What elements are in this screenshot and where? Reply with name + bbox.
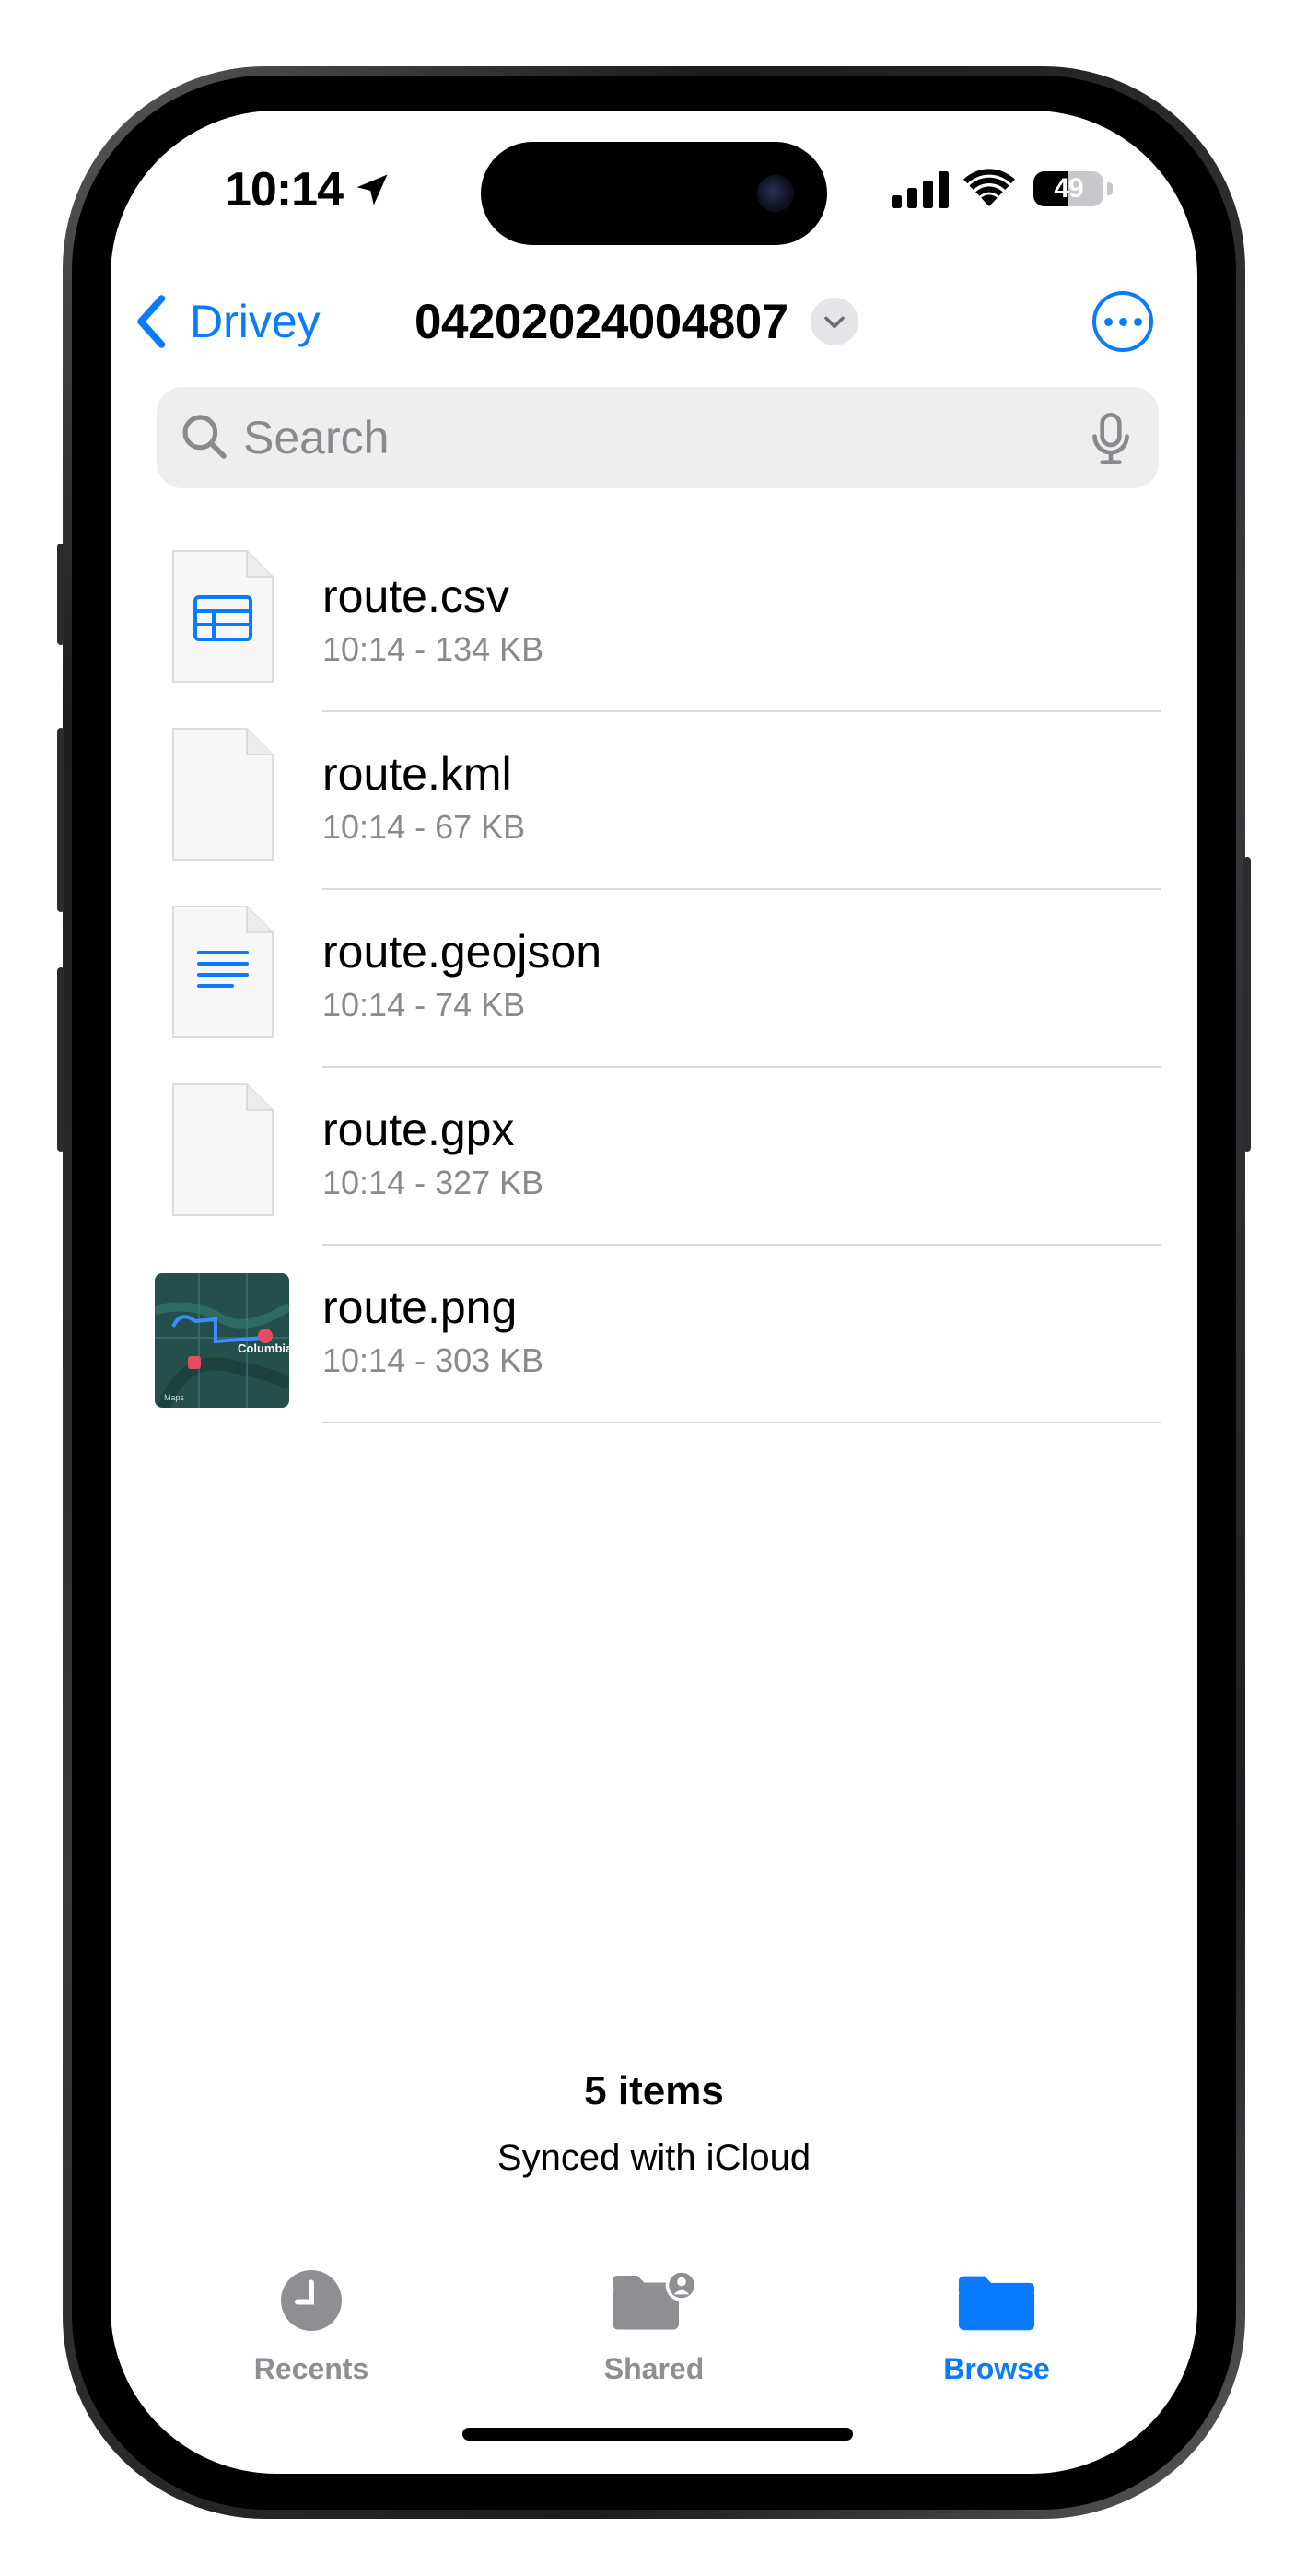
tab-shared[interactable]: Shared [553, 2262, 755, 2386]
file-row-route-png[interactable]: Columbia Maps route.png 10:14 - 303 KB [111, 1246, 1197, 1423]
file-name: route.kml [322, 748, 512, 800]
file-name: route.geojson [322, 926, 602, 978]
sync-status: Synced with iCloud [496, 2137, 811, 2178]
file-row-route-gpx[interactable]: route.gpx 10:14 - 327 KB [111, 1068, 1197, 1246]
action-button [57, 544, 64, 645]
volume-up-button [57, 728, 64, 912]
folder-title-menu[interactable]: 04202024004807 [414, 289, 858, 354]
back-button[interactable]: Drivey [131, 289, 321, 354]
battery-percentage: 49 [1054, 173, 1083, 204]
item-count: 5 items [584, 2068, 724, 2113]
search-input[interactable] [243, 387, 1054, 488]
battery-icon: 49 [1033, 171, 1103, 206]
divider [322, 1422, 1161, 1423]
dot [1118, 317, 1127, 326]
microphone-icon[interactable] [1089, 413, 1133, 464]
search-bar[interactable] [157, 387, 1159, 488]
file-row-route-kml[interactable]: route.kml 10:14 - 67 KB [111, 712, 1197, 890]
shared-folder-icon [613, 2269, 698, 2330]
tab-label: Shared [603, 2352, 705, 2385]
home-indicator[interactable] [462, 2428, 853, 2441]
tab-browse[interactable]: Browse [895, 2262, 1098, 2386]
chevron-down-icon [810, 298, 858, 345]
spreadsheet-document-icon [172, 550, 274, 683]
wifi-icon [963, 169, 1015, 206]
screen: 10:14 49 Drivey 04202024004807 Search ro… [111, 111, 1197, 2474]
blank-document-icon [172, 728, 274, 861]
file-meta: 10:14 - 303 KB [322, 1341, 544, 1379]
file-list: route.csv 10:14 - 134 KB route.kml 10:14… [111, 534, 1197, 1423]
clock-icon [281, 2270, 342, 2331]
map-city-label: Columbia [238, 1341, 289, 1355]
tab-label: Browse [943, 2352, 1050, 2385]
blank-document-icon [172, 1083, 274, 1216]
dynamic-island [481, 142, 827, 245]
tab-label: Recents [253, 2352, 369, 2385]
back-label: Drivey [190, 296, 321, 347]
tab-recents[interactable]: Recents [210, 2262, 413, 2386]
file-meta: 10:14 - 134 KB [322, 630, 544, 668]
volume-down-button [57, 967, 64, 1152]
status-time: 10:14 [225, 163, 344, 217]
file-row-route-geojson[interactable]: route.geojson 10:14 - 74 KB [111, 890, 1197, 1068]
ellipsis-circle-icon[interactable] [1092, 291, 1153, 352]
text-document-icon [172, 906, 274, 1038]
file-meta: 10:14 - 67 KB [322, 808, 526, 846]
file-meta: 10:14 - 327 KB [322, 1164, 544, 1201]
file-name: route.csv [322, 570, 509, 622]
folder-icon [958, 2276, 1035, 2331]
file-name: route.png [322, 1282, 518, 1333]
dot [1133, 317, 1142, 326]
file-name: route.gpx [322, 1104, 515, 1155]
dot [1103, 317, 1113, 326]
map-thumbnail-image: Columbia Maps [155, 1273, 289, 1408]
file-meta: 10:14 - 74 KB [322, 986, 526, 1024]
chevron-left-icon [137, 295, 166, 348]
map-watermark: Maps [164, 1393, 185, 1402]
page-title: 04202024004807 [414, 294, 788, 349]
battery-cap [1107, 182, 1113, 195]
file-row-route-csv[interactable]: route.csv 10:14 - 134 KB [111, 534, 1197, 712]
front-camera [757, 175, 794, 212]
power-button [1243, 857, 1251, 1152]
location-arrow-icon [356, 174, 388, 205]
cellular-signal-icon [892, 171, 949, 208]
search-icon [182, 415, 227, 459]
